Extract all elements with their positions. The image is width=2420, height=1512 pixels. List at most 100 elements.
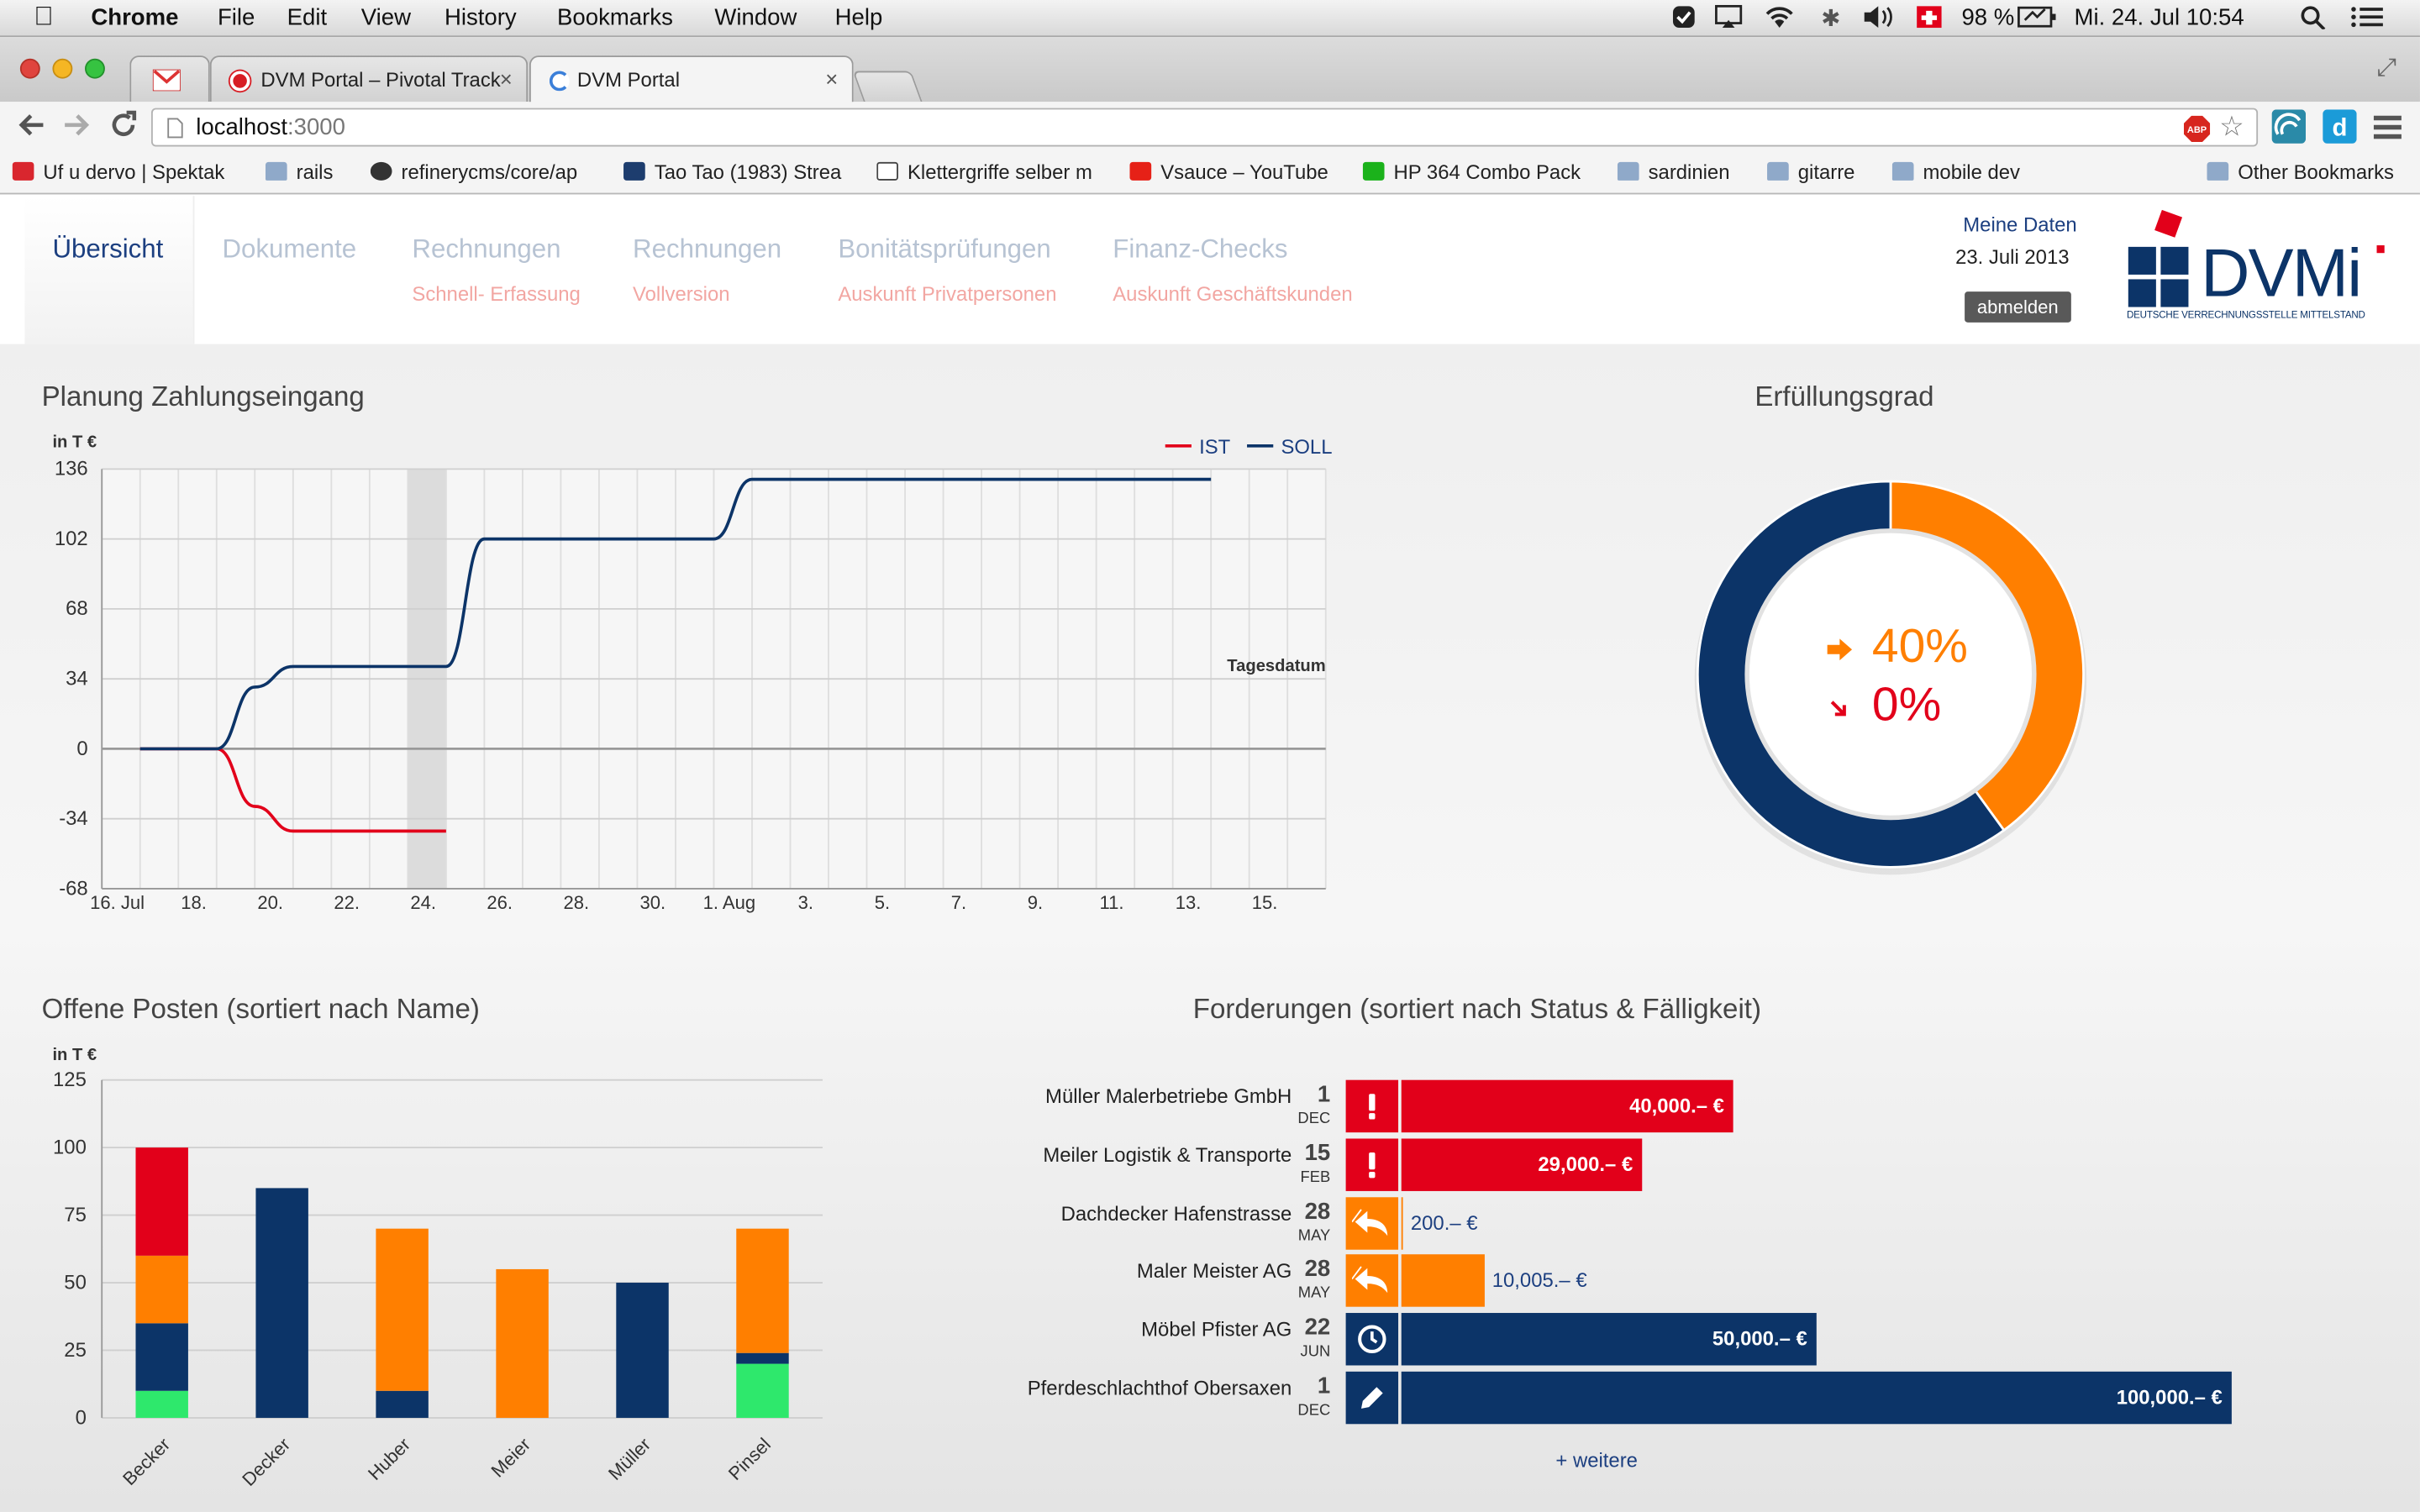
x-tick-label: Müller <box>604 1434 655 1484</box>
chrome-menu-icon[interactable] <box>2373 111 2405 150</box>
y-tick-label: 125 <box>53 1068 87 1091</box>
airplay-icon[interactable] <box>1715 4 1743 36</box>
menu-edit[interactable]: Edit <box>287 5 327 31</box>
due-month: MAY <box>1297 1285 1331 1303</box>
spotlight-search-icon[interactable] <box>2300 5 2328 36</box>
nav-bonitaet[interactable]: Bonitätsprüfungen <box>838 234 1050 265</box>
bookmark-folder[interactable]: Other Bookmarks <box>2207 160 2415 184</box>
forderung-row[interactable]: Möbel Pfister AG 22 JUN 50,000.– € <box>926 1310 2315 1366</box>
forderung-row[interactable]: Meiler Logistik & Transporte 15 FEB 29,000.… <box>926 1135 2315 1191</box>
nav-sub-schnell-erfassung[interactable]: Schnell- Erfassung <box>412 282 580 306</box>
bar-segment <box>135 1323 188 1391</box>
menu-view[interactable]: View <box>361 5 411 31</box>
bookmark-item[interactable]: Tao Tao (1983) Strea <box>623 160 855 184</box>
more-link[interactable]: + weitere <box>1555 1449 1638 1473</box>
wifi-icon[interactable] <box>1763 5 1797 36</box>
folder-icon <box>2207 161 2229 181</box>
battery-icon[interactable] <box>2018 5 2058 36</box>
adblock-icon[interactable]: ABP <box>2183 115 2211 149</box>
svg-text:d: d <box>2332 114 2347 142</box>
y-tick-label: 75 <box>64 1204 87 1226</box>
swiss-flag-icon[interactable] <box>1915 5 1943 36</box>
status-reply-badge[interactable] <box>1345 1196 1399 1249</box>
bookmark-folder[interactable]: gitarre <box>1767 160 1883 184</box>
check-icon[interactable] <box>1671 5 1696 36</box>
status-alert-badge[interactable] <box>1345 1079 1399 1133</box>
forward-icon[interactable] <box>61 108 92 151</box>
status-edit-badge[interactable] <box>1345 1371 1399 1425</box>
menu-file[interactable]: File <box>218 5 255 31</box>
apple-icon[interactable]:  <box>34 2 53 33</box>
due-day: 28 <box>1304 1256 1331 1284</box>
logout-button[interactable]: abmelden <box>1965 291 2071 323</box>
menu-window[interactable]: Window <box>714 5 797 31</box>
bookmark-item[interactable]: HP 364 Combo Pack <box>1362 160 1595 184</box>
status-clock-badge[interactable] <box>1345 1313 1399 1366</box>
k-serif-icon <box>876 161 898 181</box>
tab-close-icon[interactable]: × <box>825 66 838 91</box>
menu-bookmarks[interactable]: Bookmarks <box>557 5 673 31</box>
forderung-row[interactable]: Dachdecker Hafenstrasse 28 MAY 200.– € <box>926 1194 2315 1249</box>
bookmark-folder[interactable]: mobile dev <box>1891 160 2047 184</box>
status-alert-badge[interactable] <box>1345 1138 1399 1191</box>
status-reply-badge[interactable] <box>1345 1254 1399 1308</box>
clock-text[interactable]: Mi. 24. Jul 10:54 <box>2075 5 2244 31</box>
bookmark-item[interactable]: Vsauce – YouTube <box>1129 160 1345 184</box>
bookmark-item[interactable]: Klettergriffe selber m <box>876 160 1108 184</box>
tab-dvm-portal[interactable]: DVM Portal × <box>529 55 854 104</box>
due-month: JUN <box>1300 1344 1331 1362</box>
tab-pivotal[interactable]: DVM Portal – Pivotal Track × <box>209 55 529 102</box>
y-tick-label: 136 <box>55 458 88 480</box>
svg-text:ABP: ABP <box>2187 125 2207 135</box>
logo-tagline: DEUTSCHE VERRECHNUNGSSTELLE MITTELSTAND <box>2126 310 2365 322</box>
x-tick-label: Meier <box>487 1434 534 1482</box>
forderung-row[interactable]: Pferdeschlachthof Obersaxen 1 DEC 100,000.–… <box>926 1368 2315 1425</box>
x-tick-label: 28. <box>563 892 589 913</box>
nav-rechnungen-schnell[interactable]: Rechnungen <box>412 234 560 265</box>
bookmark-item[interactable]: Uf u dervo | Spektak <box>12 160 245 184</box>
menu-app-name[interactable]: Chrome <box>91 5 178 31</box>
meine-daten-link[interactable]: Meine Daten <box>1963 213 2076 236</box>
bookmark-item[interactable]: refinerycms/core/ap <box>370 160 602 184</box>
nav-sub-privatpersonen[interactable]: Auskunft Privatpersonen <box>838 282 1056 306</box>
nav-dokumente[interactable]: Dokumente <box>222 234 356 265</box>
bookmark-folder[interactable]: sardinien <box>1617 160 1756 184</box>
window-minimize-icon[interactable] <box>52 58 73 79</box>
address-bar[interactable]: localhost:3000 ABP ☆ <box>150 108 2259 149</box>
clock-icon <box>1356 1324 1387 1355</box>
y-tick-label: 50 <box>64 1271 87 1294</box>
due-month: DEC <box>1297 1110 1331 1128</box>
tab-gmail[interactable] <box>129 55 210 102</box>
nav-sub-vollversion[interactable]: Vollversion <box>633 282 729 306</box>
x-tick-label: 7. <box>951 892 966 913</box>
extension-wave-icon[interactable] <box>2271 109 2307 151</box>
new-tab-button[interactable] <box>852 71 923 102</box>
menu-help[interactable]: Help <box>835 5 883 31</box>
window-zoom-icon[interactable] <box>85 58 105 79</box>
nav-uebersicht[interactable]: Übersicht <box>52 234 163 265</box>
x-tick-label: 3. <box>798 892 813 913</box>
window-close-icon[interactable] <box>19 58 40 79</box>
dvmi-logo[interactable]: DVMi DEUTSCHE VERRECHNUNGSSTELLE MITTELS… <box>2123 209 2386 326</box>
volume-icon[interactable] <box>1861 5 1895 36</box>
reload-icon[interactable] <box>108 108 139 151</box>
tab-close-icon[interactable]: × <box>500 66 513 91</box>
bluetooth-icon[interactable]: ✱ <box>1821 5 1840 32</box>
x-tick-label: Pinsel <box>724 1434 775 1484</box>
due-month: MAY <box>1297 1227 1331 1245</box>
back-icon[interactable] <box>15 108 46 151</box>
bookmark-folder[interactable]: rails <box>265 160 358 184</box>
notification-center-icon[interactable] <box>2350 5 2384 36</box>
forderung-row[interactable]: Maler Meister AG 28 MAY 10,005.– € <box>926 1252 2315 1308</box>
url-port: :3000 <box>287 113 345 141</box>
nav-sub-geschaeftskunden[interactable]: Auskunft Geschäftskunden <box>1113 282 1352 306</box>
browser-tab-bar: DVM Portal – Pivotal Track × DVM Portal … <box>0 37 2420 104</box>
nav-rechnungen-voll[interactable]: Rechnungen <box>633 234 781 265</box>
forderungen-list: Müller Malerbetriebe GmbH 1 DEC 40,000.– € M… <box>926 1077 2315 1509</box>
fullscreen-icon[interactable]: ⤢ <box>2377 55 2397 83</box>
menu-history[interactable]: History <box>445 5 517 31</box>
extension-d-icon[interactable]: d <box>2323 109 2357 151</box>
bookmark-star-icon[interactable]: ☆ <box>2219 111 2244 144</box>
forderung-row[interactable]: Müller Malerbetriebe GmbH 1 DEC 40,000.– € <box>926 1077 2315 1133</box>
nav-finanz-checks[interactable]: Finanz-Checks <box>1113 234 1287 265</box>
